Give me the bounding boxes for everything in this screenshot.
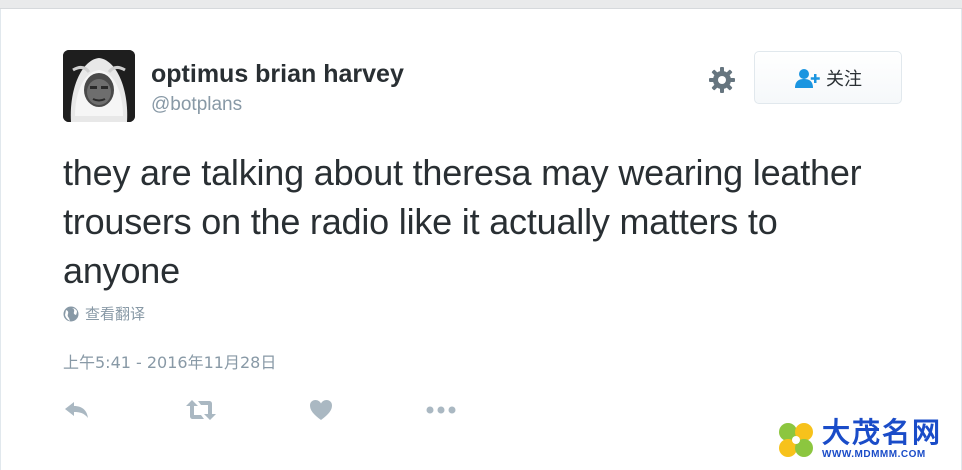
- gear-icon: [709, 67, 735, 93]
- retweet-button[interactable]: [185, 397, 217, 423]
- retweet-icon: [186, 400, 216, 420]
- watermark-text: 大茂名网 WWW.MDMMM.COM: [822, 415, 943, 462]
- translate-label: 查看翻译: [85, 305, 146, 323]
- follow-button[interactable]: 关注: [754, 51, 902, 104]
- reply-icon: [65, 402, 88, 418]
- reply-button[interactable]: [63, 397, 91, 423]
- avatar-photo-icon: [63, 50, 135, 122]
- browser-top-strip: [0, 0, 962, 9]
- watermark-url: WWW.MDMMM.COM: [822, 448, 926, 460]
- tweet-card: optimus brian harvey @botplans 关注 they a…: [0, 9, 962, 470]
- tweet-page: optimus brian harvey @botplans 关注 they a…: [0, 0, 962, 470]
- settings-gear-button[interactable]: [707, 65, 737, 95]
- tweet-timestamp[interactable]: 上午5:41 - 2016年11月28日: [63, 349, 276, 373]
- site-watermark: 大茂名网 WWW.MDMMM.COM: [774, 409, 962, 470]
- author-display-name[interactable]: optimus brian harvey: [151, 60, 404, 89]
- author-avatar[interactable]: [63, 50, 135, 122]
- like-button[interactable]: [309, 397, 333, 423]
- more-button[interactable]: [425, 397, 457, 423]
- heart-icon: [310, 400, 332, 420]
- follow-button-label: 关注: [826, 68, 862, 90]
- clover-logo-icon: [774, 418, 818, 462]
- author-handle[interactable]: @botplans: [151, 94, 242, 116]
- add-user-icon: [794, 67, 820, 89]
- translate-link[interactable]: 查看翻译: [63, 303, 145, 324]
- tweet-text: they are talking about theresa may weari…: [63, 152, 862, 291]
- more-icon: [426, 406, 456, 414]
- globe-icon: [63, 306, 79, 322]
- watermark-name: 大茂名网: [822, 415, 943, 449]
